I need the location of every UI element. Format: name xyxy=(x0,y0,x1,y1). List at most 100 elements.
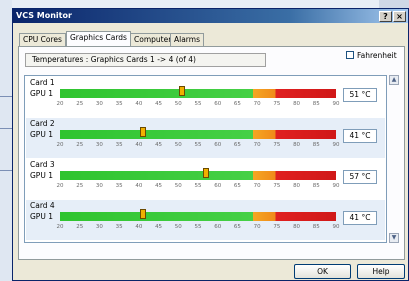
temperature-bar xyxy=(60,209,336,221)
scale-tick-label: 75 xyxy=(273,101,281,107)
help-title-button[interactable]: ? xyxy=(379,11,392,22)
scale-tick-label: 85 xyxy=(312,142,320,148)
scale-tick-label: 25 xyxy=(76,224,84,230)
scale-tick-label: 20 xyxy=(56,224,64,230)
scale-tick-label: 35 xyxy=(115,183,123,189)
background-window-edge xyxy=(379,0,409,8)
vcs-monitor-window: VCS Monitor ? × CPU Cores Graphics Cards… xyxy=(12,8,409,281)
desktop-background xyxy=(0,0,12,281)
card-name: Card 4 xyxy=(30,201,55,210)
scale-tick-label: 55 xyxy=(194,101,202,107)
scale-tick-label: 60 xyxy=(214,101,222,107)
temperature-readout: 57 °C xyxy=(343,170,377,184)
scale-tick-label: 60 xyxy=(214,142,222,148)
scale-tick-label: 90 xyxy=(332,224,340,230)
scale-tick-label: 65 xyxy=(233,101,241,107)
scale-tick-label: 80 xyxy=(293,142,301,148)
scale-tick-label: 35 xyxy=(115,224,123,230)
card-row: Card 3 GPU 1 20 25 30 35 40 45 50 55 60 65 70 75 80 8… xyxy=(26,159,385,199)
scale-tick-label: 85 xyxy=(312,224,320,230)
scale-tick-label: 30 xyxy=(95,142,103,148)
fahrenheit-checkbox[interactable]: Fahrenheit xyxy=(346,51,397,61)
scale-tick-label: 40 xyxy=(135,101,143,107)
scale-tick-label: 70 xyxy=(253,142,261,148)
scale-tick-label: 50 xyxy=(174,101,182,107)
card-row: Card 2 GPU 1 20 25 30 35 40 45 50 55 60 65 70 75 80 8… xyxy=(26,118,385,158)
card-row: Card 1 GPU 1 20 25 30 35 40 45 50 55 60 65 70 75 80 8… xyxy=(26,77,385,117)
scale-tick-label: 70 xyxy=(253,183,261,189)
gpu-name: GPU 1 xyxy=(30,130,53,139)
tab-computer[interactable]: Computer xyxy=(130,33,176,46)
scale-tick-label: 90 xyxy=(332,101,340,107)
scale-tick-label: 60 xyxy=(214,224,222,230)
scale-tick-label: 90 xyxy=(332,142,340,148)
tab-cpu-cores[interactable]: CPU Cores xyxy=(19,33,66,46)
tab-graphics-cards[interactable]: Graphics Cards xyxy=(66,31,131,46)
scale-tick-label: 85 xyxy=(312,183,320,189)
scale-tick-label: 35 xyxy=(115,101,123,107)
scale-tick-label: 55 xyxy=(194,224,202,230)
scale-tick-label: 20 xyxy=(56,183,64,189)
temperature-bar xyxy=(60,86,336,98)
scale-tick-label: 30 xyxy=(95,101,103,107)
scale-tick-label: 60 xyxy=(214,183,222,189)
scale-tick-label: 65 xyxy=(233,142,241,148)
scale-tick-label: 80 xyxy=(293,101,301,107)
card-name: Card 2 xyxy=(30,119,55,128)
scale-tick-label: 70 xyxy=(253,101,261,107)
scale-tick-label: 45 xyxy=(155,224,163,230)
card-name: Card 1 xyxy=(30,78,55,87)
scale-tick-label: 25 xyxy=(76,101,84,107)
scale-tick-label: 75 xyxy=(273,142,281,148)
temperature-readout: 51 °C xyxy=(343,88,377,102)
scale-tick-label: 65 xyxy=(233,224,241,230)
card-name: Card 3 xyxy=(30,160,55,169)
scale-tick-label: 75 xyxy=(273,224,281,230)
scale-tick-label: 80 xyxy=(293,183,301,189)
temperature-needle xyxy=(179,86,186,96)
scale-tick-label: 45 xyxy=(155,142,163,148)
scale-ticks: 20 25 30 35 40 45 50 55 60 65 70 75 80 85 90 xyxy=(56,223,340,232)
scale-tick-label: 90 xyxy=(332,183,340,189)
gpu-name: GPU 1 xyxy=(30,89,53,98)
scale-tick-label: 80 xyxy=(293,224,301,230)
scale-tick-label: 65 xyxy=(233,183,241,189)
help-button[interactable]: Help xyxy=(357,264,405,279)
temperature-needle xyxy=(139,127,146,137)
scale-tick-label: 75 xyxy=(273,183,281,189)
temperature-bar xyxy=(60,168,336,180)
title-bar[interactable]: VCS Monitor ? × xyxy=(13,9,408,23)
scale-tick-label: 30 xyxy=(95,224,103,230)
scale-tick-label: 20 xyxy=(56,101,64,107)
close-button[interactable]: × xyxy=(393,11,406,22)
scale-tick-label: 25 xyxy=(76,142,84,148)
temperature-readout: 41 °C xyxy=(343,211,377,225)
scale-tick-label: 55 xyxy=(194,142,202,148)
ok-button[interactable]: OK xyxy=(294,264,351,279)
temperature-bar xyxy=(60,127,336,139)
window-title: VCS Monitor xyxy=(16,11,72,20)
tab-alarms[interactable]: Alarms xyxy=(170,33,204,46)
scale-tick-label: 20 xyxy=(56,142,64,148)
scale-ticks: 20 25 30 35 40 45 50 55 60 65 70 75 80 85 90 xyxy=(56,141,340,150)
gpu-name: GPU 1 xyxy=(30,212,53,221)
scale-tick-label: 30 xyxy=(95,183,103,189)
temperature-needle xyxy=(139,209,146,219)
scale-ticks: 20 25 30 35 40 45 50 55 60 65 70 75 80 85 90 xyxy=(56,100,340,109)
scale-tick-label: 35 xyxy=(115,142,123,148)
graphics-cards-panel: Temperatures : Graphics Cards 1 -> 4 (of… xyxy=(18,46,405,260)
temperature-needle xyxy=(202,168,209,178)
cards-list: Card 1 GPU 1 20 25 30 35 40 45 50 55 60 65 70 75 80 8… xyxy=(24,75,387,243)
checkbox-box[interactable] xyxy=(346,51,354,59)
scale-tick-label: 40 xyxy=(135,224,143,230)
scale-tick-label: 45 xyxy=(155,183,163,189)
scroll-up-arrow[interactable]: ▲ xyxy=(389,75,399,85)
fahrenheit-label: Fahrenheit xyxy=(357,51,397,60)
scale-tick-label: 50 xyxy=(174,142,182,148)
scale-tick-label: 40 xyxy=(135,183,143,189)
scale-tick-label: 55 xyxy=(194,183,202,189)
scale-tick-label: 45 xyxy=(155,101,163,107)
temperature-readout: 41 °C xyxy=(343,129,377,143)
scale-tick-label: 70 xyxy=(253,224,261,230)
scroll-down-arrow[interactable]: ▼ xyxy=(389,233,399,243)
